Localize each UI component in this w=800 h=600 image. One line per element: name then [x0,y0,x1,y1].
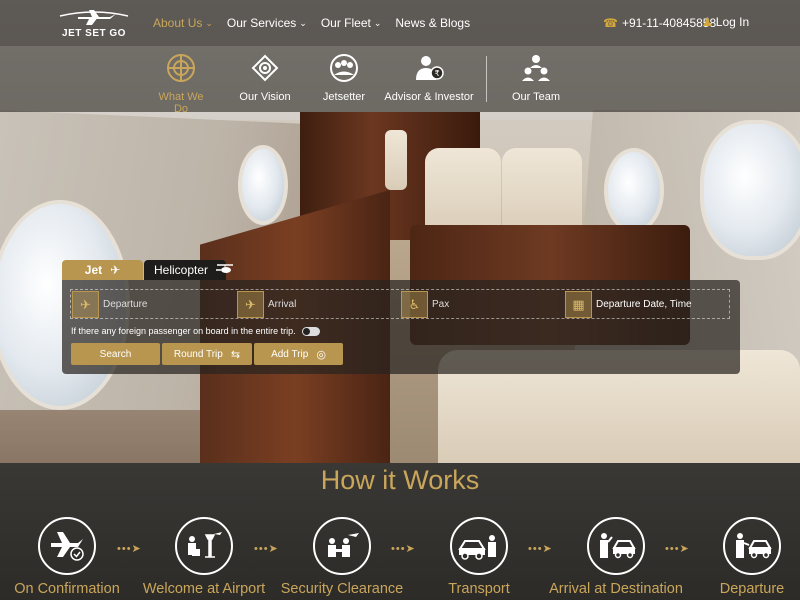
departure-field[interactable]: ✈ Departure [72,291,232,318]
login-label: Log In [715,15,750,29]
main-nav: About Us ⌄ Our Services ⌄ Our Fleet ⌄ Ne… [153,16,484,30]
car-icon [450,517,508,575]
arrival-placeholder: Arrival [268,299,297,310]
subnav-what-we-do[interactable]: What We Do [150,50,212,115]
step-label: On Confirmation [14,581,120,597]
add-trip-label: Add Trip [271,348,309,360]
booking-fields: ✈ Departure ✈ Arrival ♿ Pax ▦ Departure … [70,289,730,319]
calendar-icon: ▦ [565,291,592,318]
toggle-knob [302,327,310,335]
departure-plane-icon: ✈ [72,291,99,318]
departure-placeholder: Departure [103,299,148,310]
subnav-jetsetter[interactable]: Jetsetter [320,50,368,103]
nav-news-blogs[interactable]: News & Blogs [395,16,470,30]
top-navbar: JET SET GO About Us ⌄ Our Services ⌄ Our… [0,0,800,46]
arrival-field[interactable]: ✈ Arrival [237,291,397,318]
step-transport: Transport [409,517,549,597]
add-trip-button[interactable]: Add Trip ◎ [254,343,343,365]
round-trip-button[interactable]: Round Trip ⇆ [162,343,252,365]
cabin-window [700,120,800,260]
booking-tabs: Jet ✈ Helicopter [62,260,234,280]
brand-name: JET SET GO [62,28,126,39]
phone-contact[interactable]: ☎ +91-11-40845858 [603,16,716,30]
step-label: Security Clearance [280,581,404,597]
chevron-down-icon: ⌄ [299,17,307,28]
foreign-passenger-toggle[interactable] [301,326,320,336]
date-time-placeholder: Departure Date, Time [596,299,692,310]
subnav-label: Our Team [511,91,561,103]
subnav-divider [486,56,487,102]
people-icon [326,50,362,86]
compass-icon [163,50,199,86]
foreign-passenger-row: If there any foreign passenger on board … [71,326,320,336]
pax-field[interactable]: ♿ Pax [401,291,561,318]
cabin-window [604,148,664,233]
cabin-window [238,145,288,225]
user-icon: ♟ [702,15,713,29]
airport-icon [175,517,233,575]
plane-logo-icon [59,10,129,25]
tab-jet[interactable]: Jet ✈ [62,260,143,280]
login-link[interactable]: ♟ Log In [702,15,749,29]
nav-label: News & Blogs [395,16,471,30]
search-button[interactable]: Search [71,343,160,365]
how-it-works-title: How it Works [320,465,480,495]
seat-icon: ♿ [401,291,428,318]
phone-icon: ☎ [603,16,618,30]
nav-label: Our Fleet [320,16,371,30]
step-label: Welcome at Airport [142,581,266,597]
round-trip-label: Round Trip [173,348,223,360]
swap-arrows-icon: ⇆ [230,348,241,361]
cabin-seat [385,130,407,190]
security-icon [313,517,371,575]
brand-logo[interactable]: JET SET GO [58,6,130,42]
nav-label: About Us [153,16,203,30]
plane-check-icon [38,517,96,575]
tab-label: Jet [84,263,103,277]
step-arrival-at-destination: Arrival at Destination [546,517,686,597]
step-label: Transport [448,581,510,597]
arrival-icon [587,517,645,575]
pax-placeholder: Pax [432,299,450,310]
helicopter-icon [216,263,234,277]
foreign-passenger-note: If there any foreign passenger on board … [71,326,296,336]
how-it-works-section: How it Works On Confirmation •••➤ Welcom… [0,463,800,600]
nav-label: Our Services [226,16,297,30]
subnav-our-vision[interactable]: Our Vision [236,50,294,103]
booking-panel: ✈ Departure ✈ Arrival ♿ Pax ▦ Departure … [62,280,740,374]
svg-text:₹: ₹ [434,69,439,78]
subnav-label: Our Vision [239,91,291,103]
subnav-advisor-investor[interactable]: ₹ Advisor & Investor [383,50,475,103]
plane-icon: ✈ [110,263,121,277]
date-time-field[interactable]: ▦ Departure Date, Time [565,291,725,318]
subnav-our-team[interactable]: Our Team [510,50,562,103]
step-security-clearance: Security Clearance [272,517,412,597]
step-on-confirmation: On Confirmation [0,517,137,597]
step-departure: Departure [682,517,800,597]
departure-icon [723,517,781,575]
tab-helicopter[interactable]: Helicopter [144,260,234,280]
step-label: Departure [719,581,785,597]
subnav-label: Advisor & Investor [384,91,474,103]
team-icon [518,50,554,86]
step-welcome-at-airport: Welcome at Airport [134,517,274,597]
chevron-down-icon: ⌄ [373,17,382,28]
location-pin-icon: ◎ [316,348,326,361]
about-subnav: What We Do Our Vision Jetsetter ₹ Adviso… [0,46,800,115]
tab-label: Helicopter [154,263,209,277]
vision-icon [247,50,283,86]
chevron-down-icon: ⌄ [205,17,213,28]
search-button-label: Search [99,348,132,360]
advisor-icon: ₹ [411,50,447,86]
subnav-label: What We Do [158,91,204,115]
subnav-label: Jetsetter [322,91,366,103]
nav-our-fleet[interactable]: Our Fleet ⌄ [321,16,382,30]
step-label: Arrival at Destination [549,581,683,597]
arrival-plane-icon: ✈ [237,291,264,318]
nav-our-services[interactable]: Our Services ⌄ [227,16,307,30]
nav-about-us[interactable]: About Us ⌄ [153,16,213,30]
